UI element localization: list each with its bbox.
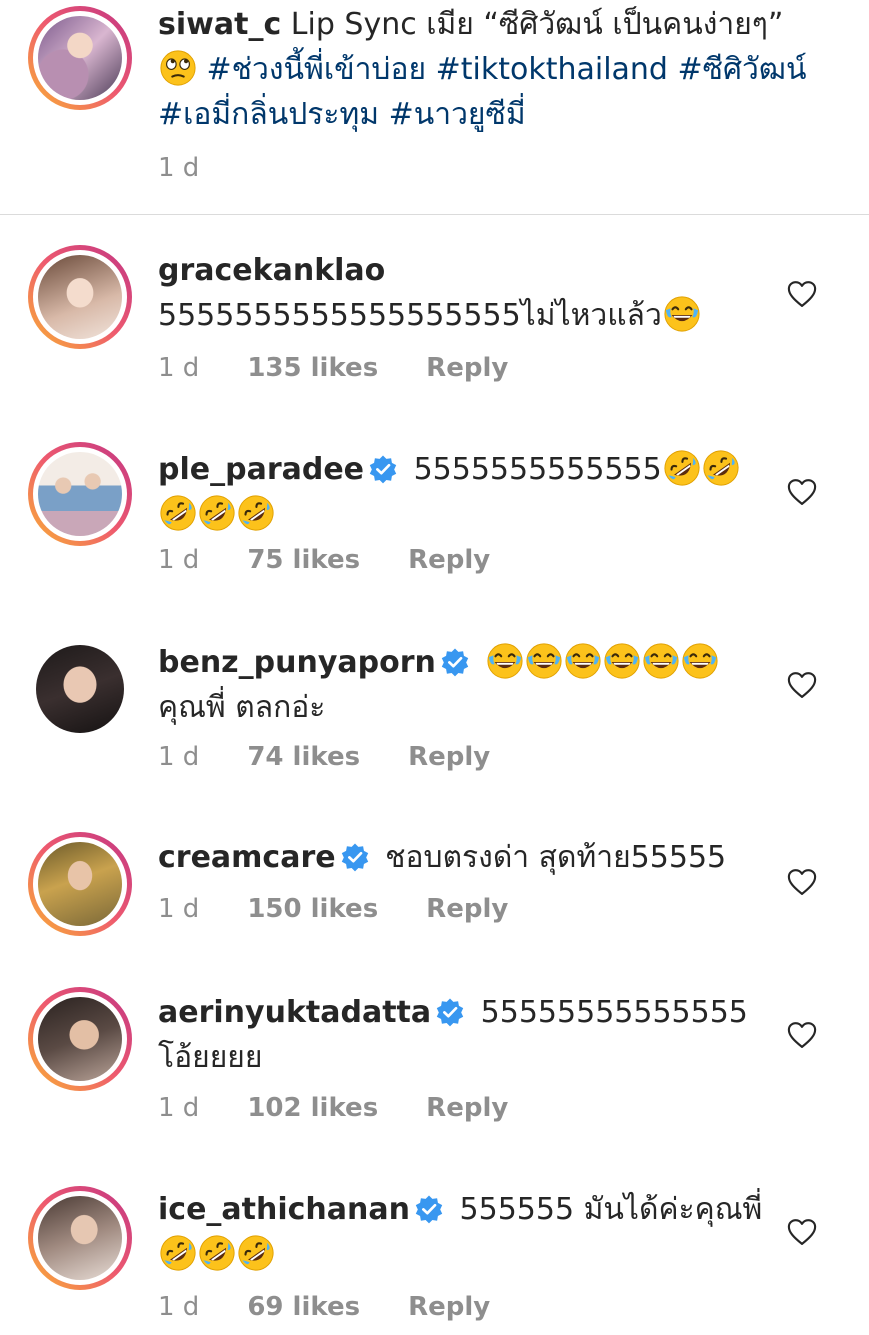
comment-username[interactable]: ple_paradee (158, 452, 364, 487)
avatar[interactable] (28, 832, 132, 936)
comment-body: 555555 มันได้ค่ะคุณพี่ (459, 1192, 763, 1227)
rofl-emoji-icon (663, 449, 701, 487)
caption-timestamp: 1 d (158, 153, 200, 183)
rofl-emoji-icon (237, 1234, 275, 1272)
reply-button[interactable]: Reply (426, 1093, 508, 1123)
comment-username[interactable]: ice_athichanan (158, 1192, 410, 1227)
comment-timestamp: 1 d (158, 742, 200, 772)
caption-username[interactable]: siwat_c (158, 7, 281, 42)
like-heart-icon[interactable] (787, 478, 817, 506)
joy-emoji-icon (486, 642, 524, 680)
comment-meta: 1 d 135 likes Reply (158, 353, 508, 383)
verified-badge-icon (340, 842, 370, 872)
comment-meta: 1 d 74 likes Reply (158, 742, 490, 772)
comment-likes[interactable]: 75 likes (247, 545, 360, 575)
like-heart-icon[interactable] (787, 1021, 817, 1049)
comment-meta: 1 d 75 likes Reply (158, 545, 490, 575)
caption-text: siwat_c Lip Sync เมีย “ซีศิวัฒน์ เป็นคนง… (158, 2, 818, 137)
comment-timestamp: 1 d (158, 894, 200, 924)
rofl-emoji-icon (237, 494, 275, 532)
rofl-emoji-icon (159, 494, 197, 532)
verified-badge-icon (368, 454, 398, 484)
joy-emoji-icon (642, 642, 680, 680)
comment-timestamp: 1 d (158, 1292, 200, 1322)
comment-username[interactable]: gracekanklao (158, 253, 385, 288)
joy-emoji-icon (681, 642, 719, 680)
rofl-emoji-icon (159, 1234, 197, 1272)
caption-hashtags[interactable]: #ช่วงนี้พี่เข้าบ่อย #tiktokthailand #ซีศ… (158, 52, 807, 132)
comment-body: 5555555555555 (413, 452, 662, 487)
comment-text: benz_punyaporn คุณพี่ ตลกอ่ะ (158, 640, 773, 730)
avatar[interactable] (28, 442, 132, 546)
avatar[interactable] (28, 1186, 132, 1290)
rofl-emoji-icon (198, 1234, 236, 1272)
comment-body: คุณพี่ ตลกอ่ะ (158, 690, 326, 725)
reply-button[interactable]: Reply (408, 1292, 490, 1322)
comment-body: 5555555555555555555ไม่ไหวแล้ว (158, 298, 662, 333)
reply-button[interactable]: Reply (426, 894, 508, 924)
avatar[interactable] (28, 245, 132, 349)
verified-badge-icon (414, 1194, 444, 1224)
comment-text: ice_athichanan 555555 มันได้ค่ะคุณพี่ (158, 1187, 773, 1277)
post-caption: siwat_c Lip Sync เมีย “ซีศิวัฒน์ เป็นคนง… (0, 0, 869, 215)
joy-emoji-icon (525, 642, 563, 680)
reply-button[interactable]: Reply (426, 353, 508, 383)
comment-likes[interactable]: 102 likes (247, 1093, 378, 1123)
comment-timestamp: 1 d (158, 1093, 200, 1123)
caption-meta: 1 d (158, 153, 199, 183)
reply-button[interactable]: Reply (408, 742, 490, 772)
comment-likes[interactable]: 135 likes (247, 353, 378, 383)
joy-emoji-icon (603, 642, 641, 680)
comment-meta: 1 d 150 likes Reply (158, 894, 508, 924)
like-heart-icon[interactable] (787, 868, 817, 896)
rofl-emoji-icon (702, 449, 740, 487)
like-heart-icon[interactable] (787, 280, 817, 308)
avatar[interactable] (28, 987, 132, 1091)
comment-text: aerinyuktadatta 55555555555555 โอ้ยยยย (158, 990, 773, 1080)
comment-timestamp: 1 d (158, 545, 200, 575)
avatar[interactable] (28, 6, 132, 110)
eye-roll-emoji-icon (159, 49, 197, 87)
comment-likes[interactable]: 74 likes (247, 742, 360, 772)
caption-body: Lip Sync เมีย “ซีศิวัฒน์ เป็นคนง่ายๆ” (281, 7, 784, 42)
verified-badge-icon (435, 997, 465, 1027)
comment-username[interactable]: aerinyuktadatta (158, 995, 431, 1030)
comment-username[interactable]: creamcare (158, 840, 336, 875)
like-heart-icon[interactable] (787, 671, 817, 699)
verified-badge-icon (440, 647, 470, 677)
comment-likes[interactable]: 69 likes (247, 1292, 360, 1322)
reply-button[interactable]: Reply (408, 545, 490, 575)
comment-timestamp: 1 d (158, 353, 200, 383)
joy-emoji-icon (564, 642, 602, 680)
comment-username[interactable]: benz_punyaporn (158, 645, 436, 680)
comment-text: ple_paradee 5555555555555 (158, 447, 773, 537)
comment-meta: 1 d 102 likes Reply (158, 1093, 508, 1123)
avatar[interactable] (28, 637, 132, 741)
comment-text: gracekanklao 5555555555555555555ไม่ไหวแล… (158, 248, 773, 338)
comment-text: creamcare ชอบตรงด่า สุดท้าย55555 (158, 835, 773, 880)
rofl-emoji-icon (198, 494, 236, 532)
joy-emoji-icon (663, 295, 701, 333)
comment-meta: 1 d 69 likes Reply (158, 1292, 490, 1322)
comment-likes[interactable]: 150 likes (247, 894, 378, 924)
like-heart-icon[interactable] (787, 1218, 817, 1246)
comment-body: ชอบตรงด่า สุดท้าย55555 (385, 840, 727, 875)
